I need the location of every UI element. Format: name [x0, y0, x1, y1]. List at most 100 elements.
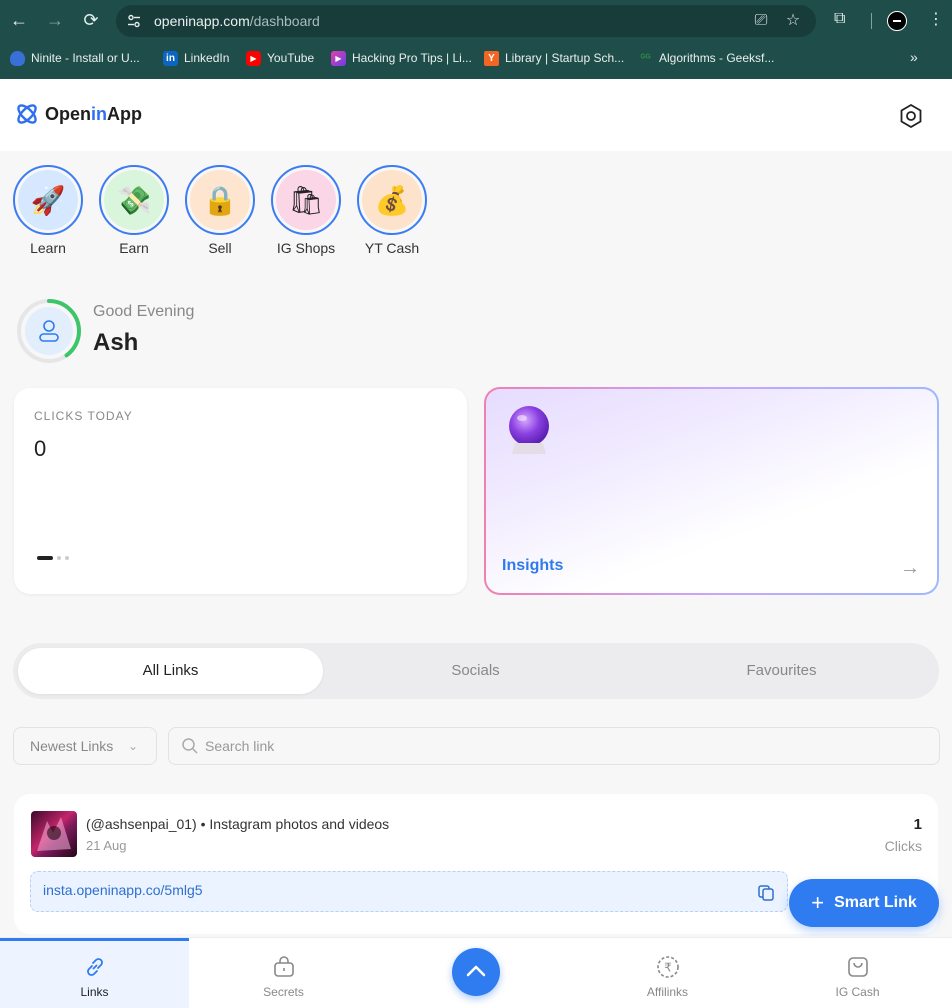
link-click-count: 1: [913, 816, 922, 833]
copy-icon[interactable]: [757, 884, 775, 902]
profile-progress-ring: [17, 299, 81, 363]
bookmark-label: Algorithms - Geeksf...: [659, 51, 775, 65]
sort-dropdown[interactable]: Newest Links ⌄: [13, 727, 157, 765]
bookmark-label: Hacking Pro Tips | Li...: [352, 51, 472, 65]
address-bar[interactable]: openinapp.com/dashboard ⎚ ☆: [116, 5, 816, 37]
clicks-today-card[interactable]: CLICKS TODAY 0: [14, 388, 467, 594]
bookmark-star-icon[interactable]: ☆: [784, 12, 802, 30]
link-date: 21 Aug: [86, 838, 127, 853]
chevron-down-icon: ⌄: [127, 739, 138, 753]
plus-icon: +: [811, 890, 825, 915]
rupee-icon: ₹: [656, 956, 679, 978]
install-app-icon[interactable]: ⎚: [752, 12, 770, 30]
story-ring: 🛍: [271, 165, 341, 235]
nav-ig-cash[interactable]: IG Cash: [763, 938, 952, 1008]
bookmark-hacking-pro-tips[interactable]: ▶ Hacking Pro Tips | Li...: [331, 49, 472, 67]
geeksforgeeks-icon: ᴳᴳ: [640, 52, 651, 64]
linkedin-icon: in: [163, 50, 178, 66]
crystal-ball-icon: [509, 406, 549, 454]
youtube-icon: ▶: [246, 50, 261, 66]
nav-secrets[interactable]: Secrets: [189, 938, 378, 1008]
carousel-dot[interactable]: [57, 556, 61, 560]
tab-all-links[interactable]: All Links: [18, 648, 323, 694]
reload-icon[interactable]: ⟳: [80, 9, 102, 31]
extensions-icon[interactable]: ⧉: [834, 10, 854, 30]
browser-chrome: ← → ⟳ openinapp.com/dashboard ⎚ ☆ ⧉ ⋮ Ni…: [0, 0, 952, 79]
carousel-dot[interactable]: [65, 556, 69, 560]
bookmark-linkedin[interactable]: in LinkedIn: [163, 49, 229, 67]
story-label: Earn: [119, 240, 149, 256]
site-settings-icon[interactable]: [126, 13, 142, 29]
smart-link-label: Smart Link: [834, 894, 917, 911]
nav-affilinks[interactable]: ₹ Affilinks: [573, 938, 762, 1008]
search-box[interactable]: [168, 727, 940, 765]
short-url[interactable]: insta.openinapp.co/5mlg5: [43, 882, 203, 898]
nav-links[interactable]: Links: [0, 938, 189, 1008]
svg-text:₹: ₹: [664, 961, 672, 975]
profile-avatar-icon[interactable]: [887, 11, 907, 31]
profile-progress-avatar[interactable]: [16, 298, 82, 364]
browser-menu-icon[interactable]: ⋮: [928, 10, 944, 30]
link-icon: [86, 958, 103, 976]
forward-icon[interactable]: →: [44, 9, 66, 31]
story-label: YT Cash: [364, 240, 420, 256]
clicks-today-value: 0: [34, 436, 47, 461]
hacking-icon: ▶: [331, 50, 346, 66]
logo-text-in: in: [91, 103, 108, 124]
money-icon: 💸: [104, 170, 164, 230]
link-thumbnail: [31, 811, 77, 857]
bookmark-startup-school[interactable]: Y Library | Startup Sch...: [484, 49, 624, 67]
logo-text-open: Open: [45, 103, 92, 124]
story-sell[interactable]: 🔒 Sell: [185, 165, 255, 256]
scroll-up-button[interactable]: [452, 948, 500, 996]
clicks-today-title: CLICKS TODAY: [34, 409, 133, 423]
lock-bag-icon: [273, 956, 294, 977]
bookmark-youtube[interactable]: ▶ YouTube: [246, 49, 314, 67]
story-label: Learn: [30, 240, 66, 256]
arrow-right-icon[interactable]: →: [900, 557, 920, 580]
bookmark-ninite[interactable]: Ninite - Install or U...: [10, 49, 140, 67]
link-title[interactable]: (@ashsenpai_01) • Instagram photos and v…: [86, 816, 389, 832]
link-tabs: All Links Socials Favourites: [13, 643, 939, 699]
bookmark-label: Ninite - Install or U...: [31, 51, 140, 65]
bookmarks-overflow-icon[interactable]: »: [910, 49, 918, 65]
bookmark-label: LinkedIn: [184, 51, 230, 65]
insights-label[interactable]: Insights: [502, 557, 563, 575]
url-path: /dashboard: [249, 13, 320, 29]
link-click-label: Clicks: [884, 838, 922, 854]
user-name: Ash: [93, 329, 139, 356]
carousel-dot-active[interactable]: [37, 556, 53, 560]
back-icon[interactable]: ←: [8, 9, 30, 31]
shopping-bag-icon: [847, 957, 868, 977]
tab-socials[interactable]: Socials: [323, 648, 628, 694]
lock-icon: 🔒: [190, 170, 250, 230]
sort-dropdown-value: Newest Links: [30, 738, 114, 754]
insights-card-body: Insights →: [486, 389, 937, 593]
toolbar-divider: [871, 13, 872, 29]
openinapp-logo[interactable]: OpeninApp: [14, 101, 142, 127]
story-ig-shops[interactable]: 🛍 IG Shops: [271, 165, 341, 256]
story-learn[interactable]: 🚀 Learn: [13, 165, 83, 256]
search-input[interactable]: [205, 728, 925, 764]
money-bag-icon: 💰: [362, 170, 422, 230]
smart-link-button[interactable]: + Smart Link: [789, 879, 939, 927]
chevron-up-icon: [466, 965, 486, 977]
story-earn[interactable]: 💸 Earn: [99, 165, 169, 256]
shopping-bag-icon: 🛍: [276, 170, 336, 230]
browser-toolbar: ← → ⟳ openinapp.com/dashboard ⎚ ☆ ⧉ ⋮: [0, 0, 952, 42]
nav-label: Affilinks: [646, 985, 689, 999]
story-ring: 🔒: [185, 165, 255, 235]
insights-card[interactable]: Insights →: [484, 387, 939, 595]
nav-label: Secrets: [263, 985, 304, 999]
nav-label: IG Cash: [835, 985, 880, 999]
settings-icon[interactable]: [898, 103, 924, 129]
tab-favourites[interactable]: Favourites: [629, 648, 934, 694]
short-url-box[interactable]: insta.openinapp.co/5mlg5: [30, 871, 788, 912]
story-ring: 🚀: [13, 165, 83, 235]
nav-label: Links: [80, 985, 109, 999]
story-yt-cash[interactable]: 💰 YT Cash: [357, 165, 427, 256]
carousel-dots[interactable]: [37, 556, 69, 560]
bookmark-geeksforgeeks[interactable]: ᴳᴳ Algorithms - Geeksf...: [638, 49, 774, 67]
url-text[interactable]: openinapp.com/dashboard: [154, 13, 320, 29]
bookmark-label: YouTube: [267, 51, 315, 65]
